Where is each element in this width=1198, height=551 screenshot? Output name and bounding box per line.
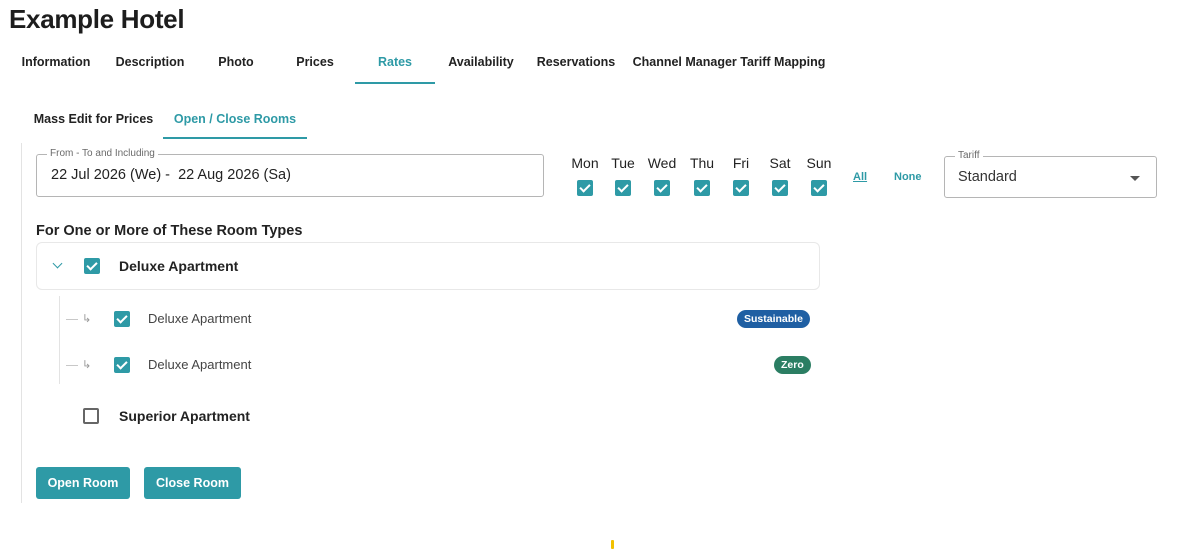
tab-information[interactable]: Information bbox=[9, 44, 103, 84]
weekday-wed: Wed bbox=[642, 155, 682, 196]
tab-description[interactable]: Description bbox=[103, 44, 197, 84]
room-group-deluxe-label: Deluxe Apartment bbox=[119, 258, 239, 274]
weekday-fri-checkbox[interactable] bbox=[733, 180, 749, 196]
weekday-label: Mon bbox=[571, 155, 599, 171]
tab-channel-manager-tariff-mapping[interactable]: Channel Manager Tariff Mapping bbox=[625, 44, 833, 84]
weekday-label: Sat bbox=[769, 155, 791, 171]
date-range-field[interactable]: From - To and Including 22 Jul 2026 (We)… bbox=[36, 148, 544, 197]
select-all-days-link[interactable]: All bbox=[853, 171, 867, 183]
weekday-label: Wed bbox=[647, 155, 677, 171]
tab-availability[interactable]: Availability bbox=[435, 44, 527, 84]
room-types-heading: For One or More of These Room Types bbox=[36, 223, 303, 239]
weekday-label: Tue bbox=[611, 155, 635, 171]
room-deluxe-zero-label: Deluxe Apartment bbox=[148, 357, 252, 372]
sustainable-badge: Sustainable bbox=[737, 310, 810, 328]
caret-down-icon bbox=[1130, 176, 1140, 181]
tree-rail bbox=[59, 296, 60, 384]
weekday-thu: Thu bbox=[682, 155, 722, 196]
warning-indicator-icon bbox=[611, 540, 614, 549]
weekday-thu-checkbox[interactable] bbox=[694, 180, 710, 196]
subtab-open-close-rooms[interactable]: Open / Close Rooms bbox=[163, 101, 307, 139]
select-no-days-link[interactable]: None bbox=[894, 171, 922, 183]
open-room-button[interactable]: Open Room bbox=[36, 467, 130, 499]
weekday-fri: Fri bbox=[721, 155, 761, 196]
tariff-legend: Tariff bbox=[955, 150, 983, 161]
room-group-deluxe-checkbox[interactable] bbox=[84, 258, 100, 274]
close-room-button[interactable]: Close Room bbox=[144, 467, 241, 499]
weekday-wed-checkbox[interactable] bbox=[654, 180, 670, 196]
room-group-superior-label: Superior Apartment bbox=[119, 408, 250, 424]
weekday-tue-checkbox[interactable] bbox=[615, 180, 631, 196]
tree-connector bbox=[66, 365, 78, 366]
date-range-legend: From - To and Including bbox=[47, 148, 158, 159]
room-group-superior-checkbox[interactable] bbox=[83, 408, 99, 424]
weekday-mon-checkbox[interactable] bbox=[577, 180, 593, 196]
tree-connector bbox=[66, 319, 78, 320]
tab-rates[interactable]: Rates bbox=[355, 44, 435, 84]
weekday-sun: Sun bbox=[799, 155, 839, 196]
tab-reservations[interactable]: Reservations bbox=[527, 44, 625, 84]
panel-left-border bbox=[21, 143, 22, 503]
tariff-select[interactable]: Tariff Standard bbox=[944, 150, 1157, 198]
tab-prices[interactable]: Prices bbox=[275, 44, 355, 84]
weekday-label: Sun bbox=[806, 155, 832, 171]
weekday-mon: Mon bbox=[565, 155, 605, 196]
page-title: Example Hotel bbox=[9, 4, 185, 34]
weekday-tue: Tue bbox=[603, 155, 643, 196]
tab-photo[interactable]: Photo bbox=[197, 44, 275, 84]
weekday-sun-checkbox[interactable] bbox=[811, 180, 827, 196]
subdirectory-arrow-icon: ↳ bbox=[82, 359, 92, 371]
tariff-value: Standard bbox=[958, 169, 1017, 185]
room-deluxe-sustainable-label: Deluxe Apartment bbox=[148, 311, 252, 326]
zero-badge: Zero bbox=[774, 356, 811, 374]
weekday-label: Thu bbox=[689, 155, 715, 171]
subdirectory-arrow-icon: ↳ bbox=[82, 313, 92, 325]
weekday-sat: Sat bbox=[760, 155, 800, 196]
room-deluxe-zero-checkbox[interactable] bbox=[114, 357, 130, 373]
subtab-mass-edit-prices[interactable]: Mass Edit for Prices bbox=[24, 101, 163, 139]
room-deluxe-sustainable-checkbox[interactable] bbox=[114, 311, 130, 327]
date-range-value: 22 Jul 2026 (We) - 22 Aug 2026 (Sa) bbox=[51, 167, 291, 183]
weekday-label: Fri bbox=[732, 155, 750, 171]
weekday-sat-checkbox[interactable] bbox=[772, 180, 788, 196]
